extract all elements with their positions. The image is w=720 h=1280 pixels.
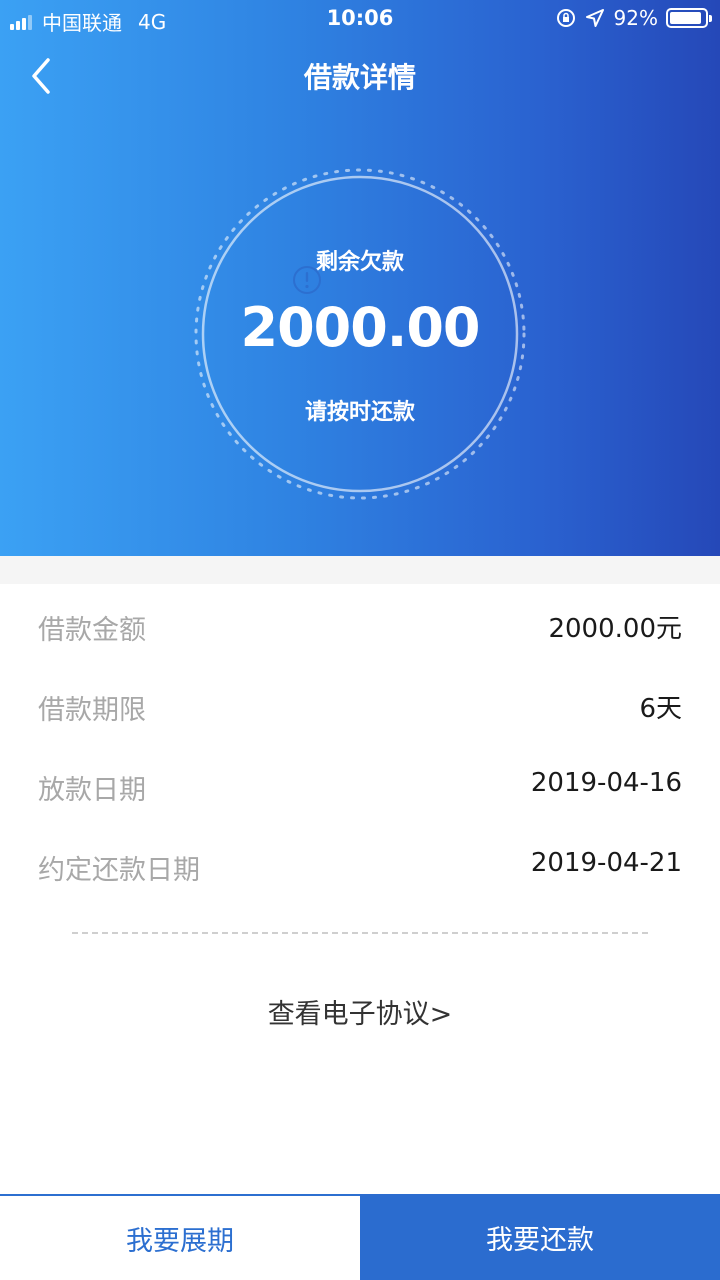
detail-label: 放款日期 xyxy=(38,775,146,806)
location-arrow-icon xyxy=(585,9,604,27)
repay-button[interactable]: 我要还款 xyxy=(360,1194,720,1280)
detail-label: 借款金额 xyxy=(38,615,146,646)
detail-value: 2000.00元 xyxy=(548,614,682,644)
detail-value: 2019-04-21 xyxy=(530,848,682,878)
page-title: 借款详情 xyxy=(303,61,416,94)
extend-loan-button[interactable]: 我要展期 xyxy=(0,1194,360,1280)
detail-row-due-date: 约定还款日期 2019-04-21 xyxy=(0,824,720,904)
detail-row-amount: 借款金额 2000.00元 xyxy=(0,584,720,664)
info-circle-graphic xyxy=(293,266,321,294)
rotation-lock-icon xyxy=(556,9,575,27)
remaining-debt-amount: 2000.00 xyxy=(240,296,481,359)
detail-row-term: 借款期限 6天 xyxy=(0,664,720,744)
info-icon[interactable] xyxy=(292,265,322,295)
view-e-agreement-link[interactable]: 查看电子协议> xyxy=(0,992,720,1031)
dashed-divider xyxy=(72,932,648,934)
status-right: 92% xyxy=(556,6,712,30)
balance-circle: 剩余欠款 2000.00 请按时还款 xyxy=(192,166,528,502)
navigation-bar: 借款详情 xyxy=(0,52,720,100)
header-banner: 中国联通 4G 10:06 92% 借款详情 剩余欠款 2000.00 请按时还… xyxy=(0,0,720,556)
detail-value: 2019-04-16 xyxy=(530,768,682,798)
battery-icon xyxy=(666,8,712,28)
remaining-debt-label: 剩余欠款 xyxy=(315,250,404,275)
detail-row-disbursement-date: 放款日期 2019-04-16 xyxy=(0,744,720,824)
detail-label: 约定还款日期 xyxy=(38,855,200,886)
detail-label: 借款期限 xyxy=(38,695,146,726)
status-bar: 中国联通 4G 10:06 92% xyxy=(0,0,720,38)
bottom-action-bar: 我要展期 我要还款 xyxy=(0,1194,720,1280)
battery-level xyxy=(670,12,702,24)
repay-on-time-note: 请按时还款 xyxy=(304,400,415,425)
section-gap xyxy=(0,556,720,584)
battery-percent: 92% xyxy=(613,6,658,30)
detail-value: 6天 xyxy=(639,694,682,724)
loan-details-list: 借款金额 2000.00元 借款期限 6天 放款日期 2019-04-16 约定… xyxy=(0,584,720,904)
